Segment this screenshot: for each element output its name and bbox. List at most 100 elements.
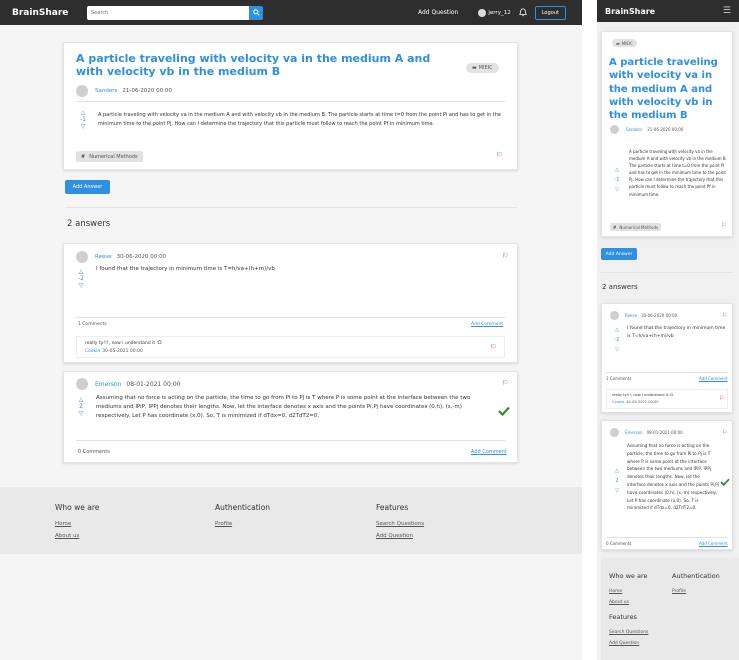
footer-search-questions-link[interactable]: Search Questions <box>376 521 424 527</box>
avatar <box>76 378 88 390</box>
footer-home-link[interactable]: Home <box>55 521 71 527</box>
answer-author[interactable]: Reese <box>625 313 637 318</box>
upvote-icon[interactable]: △ <box>612 325 622 335</box>
answer-meta: Emerson 08-01-2021 00:00 <box>76 378 180 390</box>
category-badge[interactable]: ▬ MIEIC <box>466 63 499 73</box>
comment-author[interactable]: Cookie <box>612 400 624 404</box>
upvote-icon[interactable]: △ <box>612 165 622 175</box>
upvote-icon[interactable]: △ <box>612 466 622 476</box>
tag-numerical-methods[interactable]: # Numerical Methods <box>610 223 662 231</box>
add-question-link[interactable]: Add Question <box>418 9 458 16</box>
report-flag-icon[interactable]: ⚐ <box>721 222 726 229</box>
footer-about-link[interactable]: About us <box>609 600 629 605</box>
brand-logo[interactable]: BrainShare <box>605 7 655 16</box>
report-flag-icon[interactable]: ⚐ <box>722 429 727 436</box>
hash-icon: # <box>613 224 617 230</box>
divider <box>76 101 505 102</box>
divider <box>606 537 728 538</box>
category-icon: ▬ <box>472 65 477 71</box>
upvote-icon[interactable]: △ <box>76 268 86 275</box>
answer-author[interactable]: Reese <box>95 254 112 260</box>
divider <box>76 440 505 441</box>
footer-auth-title: Authentication <box>215 503 271 512</box>
answer-author[interactable]: Emerson <box>95 381 121 388</box>
answer-body: Assuming that no force is acting on the … <box>96 395 471 419</box>
question-body: A particle traveling with velocity va in… <box>629 149 727 197</box>
footer-features-title: Features <box>609 613 637 621</box>
answers-count: 2 answers <box>602 283 638 291</box>
answer-date: 30-06-2020 00:00 <box>116 254 167 260</box>
answer-date: 30-06-2020 00:00 <box>641 313 678 318</box>
answer-card: Emerson 08-01-2021 00:00 ⚐ △ 2 ▽ Assumin… <box>63 371 518 463</box>
footer-about-link[interactable]: About us <box>55 533 79 539</box>
add-answer-button[interactable]: Add Answer <box>65 180 110 194</box>
vote-count: -2 <box>78 275 84 282</box>
report-flag-icon[interactable]: ⚐ <box>490 343 496 351</box>
search-button[interactable] <box>249 5 263 20</box>
question-title: A particle traveling with velocity va in… <box>76 52 431 78</box>
footer-profile-link[interactable]: Profile <box>215 521 232 527</box>
accepted-check-icon <box>720 478 730 486</box>
downvote-icon[interactable]: ▽ <box>76 410 86 417</box>
comment-author[interactable]: Cookie <box>85 349 100 354</box>
answer-card: Emerson 08-01-2021 00:00 ⚐ △ 2 ▽ Assumin… <box>601 420 733 550</box>
downvote-icon[interactable]: ▽ <box>612 345 622 355</box>
divider <box>606 372 728 373</box>
mobile-view: BrainShare ☰ ▬ MIEIC A particle traveling… <box>597 0 739 660</box>
mobile-navbar: BrainShare ☰ <box>597 0 739 22</box>
brand-logo[interactable]: BrainShare <box>12 8 87 18</box>
answer-body: I found that the trajectory in minimum t… <box>627 326 726 339</box>
search-input[interactable] <box>87 5 249 20</box>
category-badge[interactable]: ▬ MIEIC <box>612 39 637 47</box>
question-author[interactable]: Sanders <box>95 88 117 94</box>
comments-count: 1 Comments <box>606 376 632 381</box>
hamburger-menu-icon[interactable]: ☰ <box>723 6 731 16</box>
report-flag-icon[interactable]: ⚐ <box>496 151 502 159</box>
add-comment-link[interactable]: Add Comment <box>471 322 503 327</box>
answer-meta: Reese 30-06-2020 00:00 <box>610 311 677 320</box>
answer-meta: Reese 30-06-2020 00:00 <box>76 251 166 263</box>
avatar <box>610 125 619 134</box>
footer-add-question-link[interactable]: Add Question <box>376 533 413 539</box>
divider <box>65 207 517 208</box>
report-flag-icon[interactable]: ⚐ <box>719 395 724 402</box>
upvote-icon[interactable]: △ <box>76 396 86 403</box>
avatar <box>76 251 88 263</box>
downvote-icon[interactable]: ▽ <box>78 123 88 130</box>
logout-button[interactable]: Logout <box>534 5 566 20</box>
divider <box>76 317 505 318</box>
answer-author[interactable]: Emerson <box>625 430 643 435</box>
question-author[interactable]: Sanders <box>626 127 642 132</box>
add-comment-link[interactable]: Add Comment <box>699 541 728 546</box>
footer-home-link[interactable]: Home <box>609 589 622 594</box>
add-answer-button[interactable]: Add Answer <box>601 248 637 260</box>
comments-count: 1 Comments <box>78 322 107 327</box>
downvote-icon[interactable]: ▽ <box>612 185 622 195</box>
answer-vote: △ 2 ▽ <box>76 396 86 417</box>
footer-profile-link[interactable]: Profile <box>672 589 686 594</box>
footer-add-question-link[interactable]: Add Question <box>609 641 639 646</box>
answer-card: Reese 30-06-2020 00:00 ⚐ △ -2 ▽ I found … <box>63 243 518 363</box>
add-comment-link[interactable]: Add Comment <box>471 449 507 455</box>
upvote-icon[interactable]: △ <box>78 109 88 116</box>
user-menu[interactable]: jerry_12 <box>478 8 511 17</box>
comment-text: really ty!!!, now i understand it :D <box>612 393 674 397</box>
tag-label: Numerical Methods <box>619 224 659 230</box>
tag-numerical-methods[interactable]: # Numerical Methods <box>76 151 143 162</box>
downvote-icon[interactable]: ▽ <box>612 486 622 496</box>
report-flag-icon[interactable]: ⚐ <box>502 252 508 260</box>
comment: really ty!!!, now i understand it :D Coo… <box>606 389 728 409</box>
bell-icon[interactable] <box>518 8 527 17</box>
footer-who-title: Who we are <box>609 572 648 580</box>
report-flag-icon[interactable]: ⚐ <box>722 312 727 319</box>
downvote-icon[interactable]: ▽ <box>76 282 86 289</box>
footer-search-questions-link[interactable]: Search Questions <box>609 630 648 635</box>
footer: Who we are Home About us Authentication … <box>0 487 582 554</box>
report-flag-icon[interactable]: ⚐ <box>502 379 508 387</box>
comment-date: 30-05-2021 00:00 <box>626 400 659 404</box>
avatar <box>610 311 619 320</box>
tag-label: Numerical Methods <box>89 153 138 160</box>
add-comment-link[interactable]: Add Comment <box>699 376 728 381</box>
hash-icon: # <box>81 153 86 160</box>
vote-count: -1 <box>614 177 620 183</box>
